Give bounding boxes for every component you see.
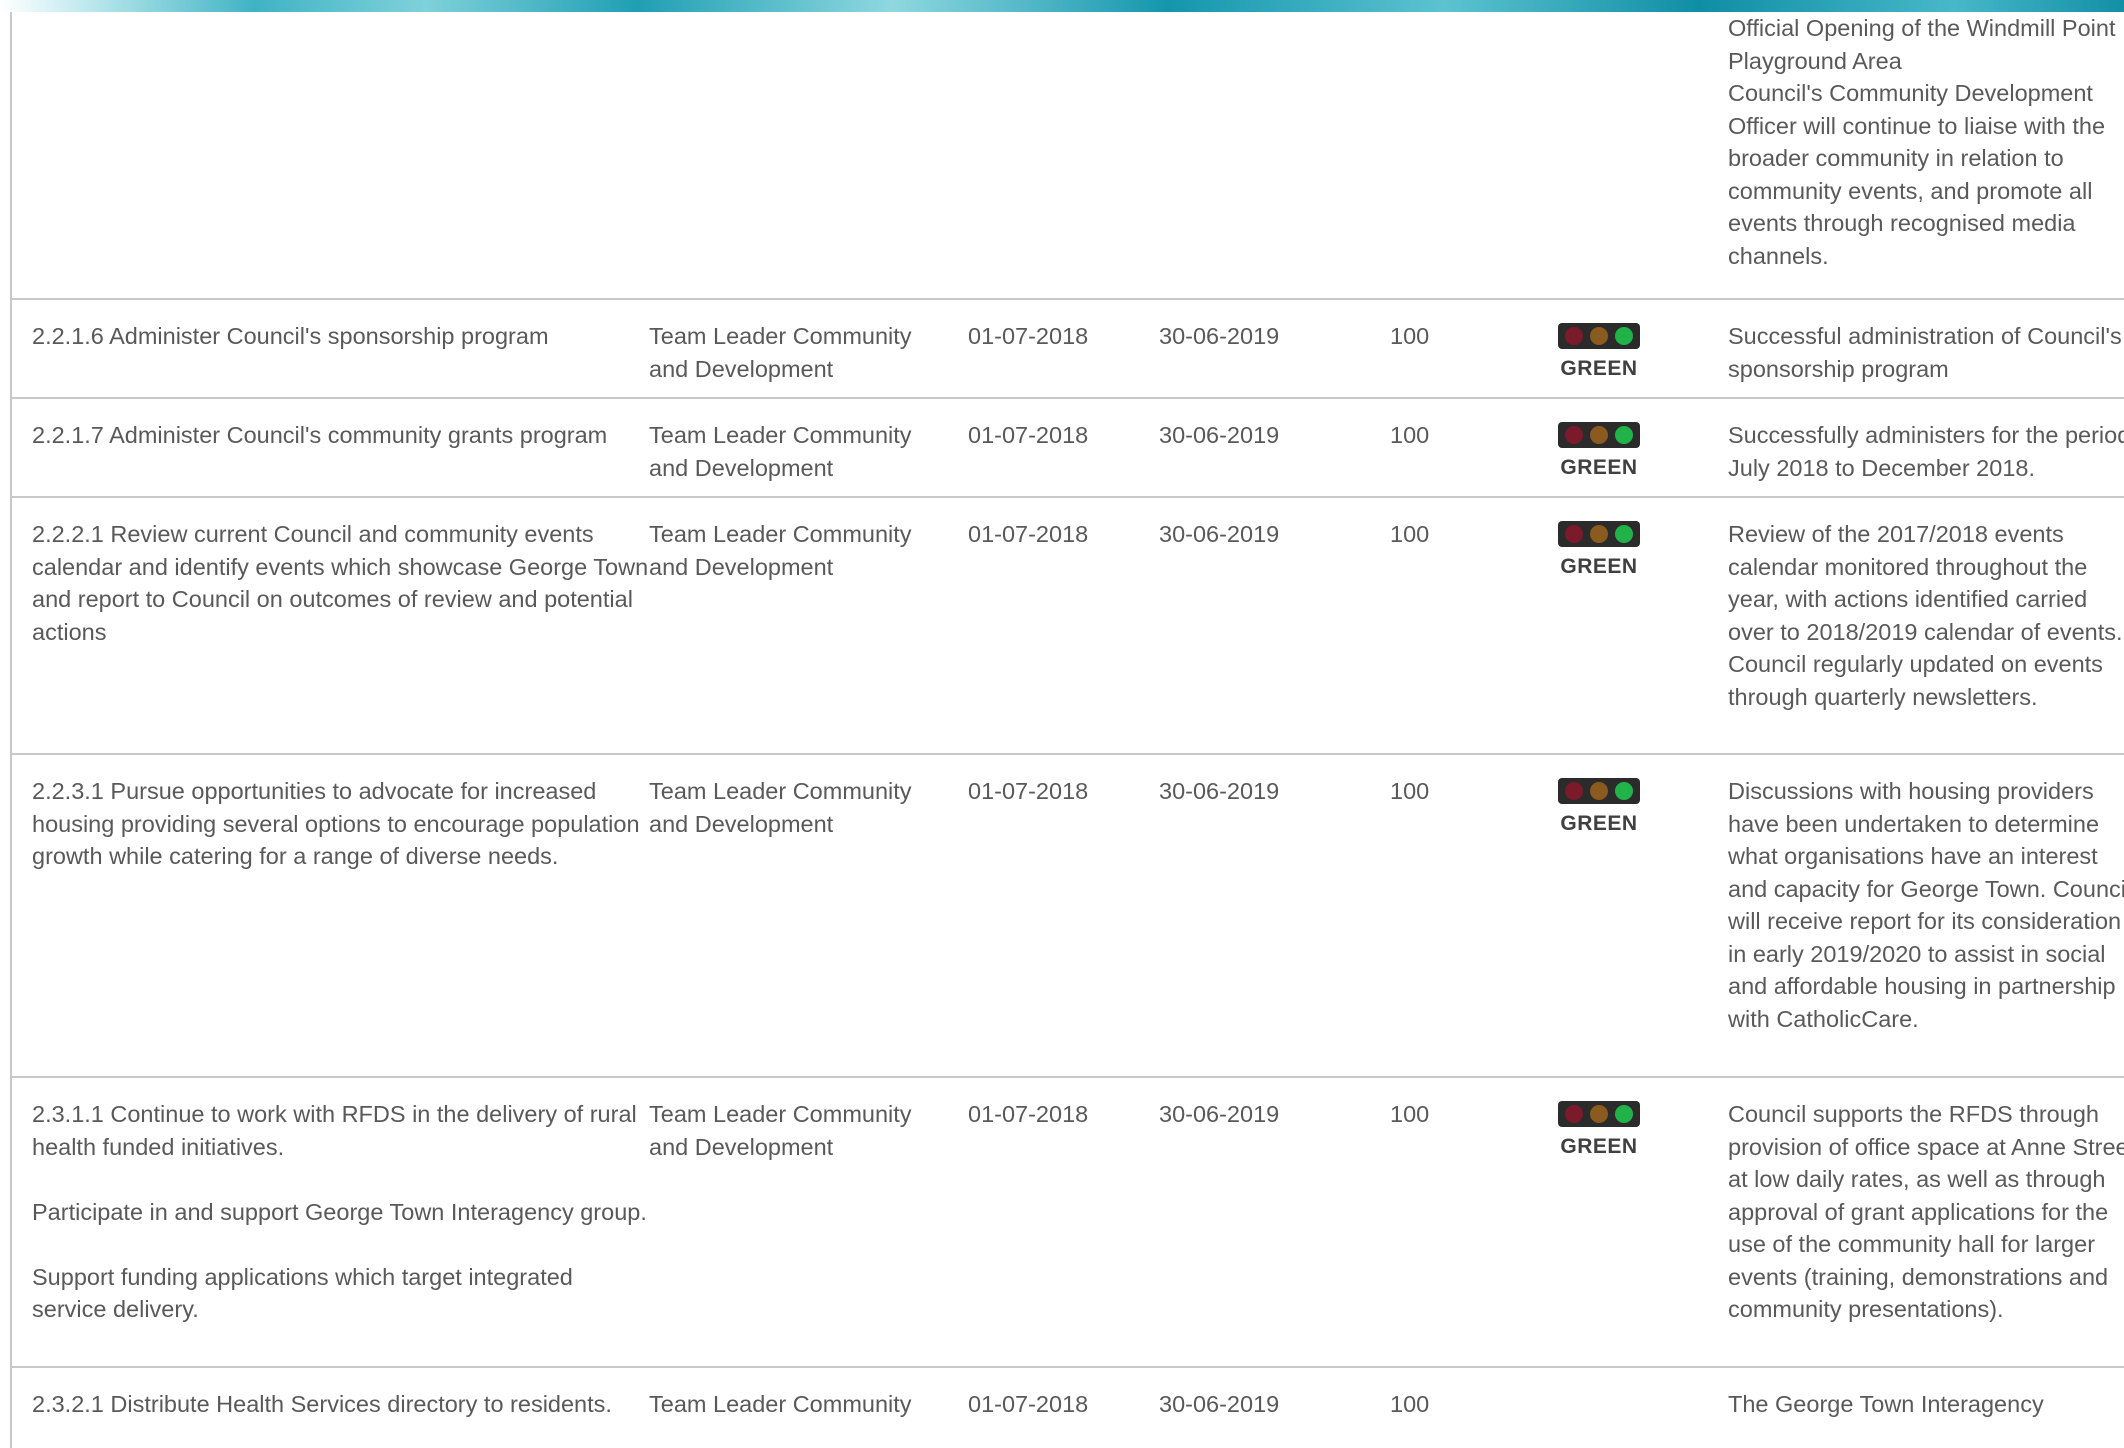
comment-text: Council's Community Development Officer … — [1728, 80, 2106, 269]
responsible-cell: Team Leader Community and Development — [649, 778, 912, 837]
end-date-cell: 30-06-2019 — [1159, 1391, 1280, 1417]
end-date-cell: 30-06-2019 — [1159, 778, 1280, 804]
comment-cell: Successful administration of Council's s… — [1728, 320, 2124, 385]
traffic-light-icon — [1558, 521, 1640, 547]
comment-text: Official Opening of the Windmill Point P… — [1728, 15, 2116, 74]
percent-complete-cell: 100 — [1390, 323, 1430, 349]
comment-cell: Review of the 2017/2018 events calendar … — [1728, 518, 2124, 713]
comment-text: The George Town Interagency — [1728, 1391, 2044, 1417]
action-cell: 2.2.2.1 Review current Council and commu… — [32, 521, 649, 645]
responsible-cell: Team Leader Community and Development — [649, 1101, 912, 1160]
table-row: 2.2.1.6 Administer Council's sponsorship… — [12, 300, 2124, 399]
responsible-cell: Team Leader Community and Development — [649, 422, 912, 481]
action-text: Support funding applications which targe… — [32, 1263, 573, 1323]
action-cell: 2.2.1.7 Administer Council's community g… — [32, 422, 608, 448]
responsible-cell: Team Leader Community and Development — [649, 521, 912, 580]
status-cell: GREEN — [1539, 422, 1659, 480]
start-date-cell: 01-07-2018 — [968, 521, 1089, 547]
end-date-cell: 30-06-2019 — [1159, 1101, 1280, 1127]
percent-complete-cell: 100 — [1390, 521, 1430, 547]
percent-complete-cell: 100 — [1390, 422, 1430, 448]
comment-cell: Official Opening of the Windmill Point P… — [1728, 12, 2124, 272]
table-row: 2.3.1.1 Continue to work with RFDS in th… — [12, 1078, 2124, 1368]
comment-text: Successfully administers for the period … — [1728, 422, 2124, 481]
action-cell: 2.2.3.1 Pursue opportunities to advocate… — [32, 778, 640, 869]
start-date-cell: 01-07-2018 — [968, 1391, 1089, 1417]
end-date-cell: 30-06-2019 — [1159, 323, 1280, 349]
comment-text: Successful administration of Council's s… — [1728, 323, 2122, 382]
status-label: GREEN — [1560, 555, 1638, 578]
comment-cell: Successfully administers for the period … — [1728, 419, 2124, 484]
percent-complete-cell: 100 — [1390, 1391, 1430, 1417]
responsible-cell: Team Leader Community and Development — [649, 323, 912, 382]
action-cell: 2.2.1.6 Administer Council's sponsorship… — [32, 323, 549, 349]
start-date-cell: 01-07-2018 — [968, 323, 1089, 349]
comment-text: Council supports the RFDS through provis… — [1728, 1101, 2124, 1322]
traffic-light-icon — [1558, 1101, 1640, 1127]
status-cell: GREEN — [1539, 323, 1659, 381]
responsible-cell: Team Leader Community — [649, 1391, 912, 1417]
action-text: 2.3.1.1 Continue to work with RFDS in th… — [32, 1101, 637, 1160]
action-text: Participate in and support George Town I… — [32, 1198, 647, 1225]
comment-text: Discussions with housing providers have … — [1728, 778, 2124, 1032]
status-label: GREEN — [1560, 456, 1638, 479]
action-cell: 2.3.2.1 Distribute Health Services direc… — [32, 1391, 612, 1417]
action-cell: 2.3.1.1 Continue to work with RFDS in th… — [32, 1098, 652, 1326]
action-plan-table: Official Opening of the Windmill Point P… — [10, 12, 2124, 1448]
traffic-light-icon — [1558, 422, 1640, 448]
traffic-light-icon — [1558, 778, 1640, 804]
comment-text: Review of the 2017/2018 events calendar … — [1728, 521, 2123, 645]
status-cell: GREEN — [1539, 778, 1659, 836]
status-cell: GREEN — [1539, 521, 1659, 579]
comment-cell: Council supports the RFDS through provis… — [1728, 1098, 2124, 1326]
percent-complete-cell: 100 — [1390, 778, 1430, 804]
comment-text: Council regularly updated on events thro… — [1728, 651, 2103, 710]
start-date-cell: 01-07-2018 — [968, 422, 1089, 448]
start-date-cell: 01-07-2018 — [968, 1101, 1089, 1127]
table-row: 2.2.3.1 Pursue opportunities to advocate… — [12, 755, 2124, 1078]
end-date-cell: 30-06-2019 — [1159, 521, 1280, 547]
table-row: 2.2.2.1 Review current Council and commu… — [12, 498, 2124, 755]
traffic-light-icon — [1558, 323, 1640, 349]
status-label: GREEN — [1560, 357, 1638, 380]
comment-cell: Discussions with housing providers have … — [1728, 775, 2124, 1035]
table-row: 2.2.1.7 Administer Council's community g… — [12, 399, 2124, 498]
table-row: 2.3.2.1 Distribute Health Services direc… — [12, 1368, 2124, 1448]
status-label: GREEN — [1560, 812, 1638, 835]
end-date-cell: 30-06-2019 — [1159, 422, 1280, 448]
start-date-cell: 01-07-2018 — [968, 778, 1089, 804]
status-label: GREEN — [1560, 1135, 1638, 1158]
table-row: Official Opening of the Windmill Point P… — [12, 12, 2124, 300]
header-banner — [0, 0, 2124, 12]
status-cell: GREEN — [1539, 1101, 1659, 1159]
percent-complete-cell: 100 — [1390, 1101, 1430, 1127]
comment-cell: The George Town Interagency — [1728, 1388, 2124, 1421]
